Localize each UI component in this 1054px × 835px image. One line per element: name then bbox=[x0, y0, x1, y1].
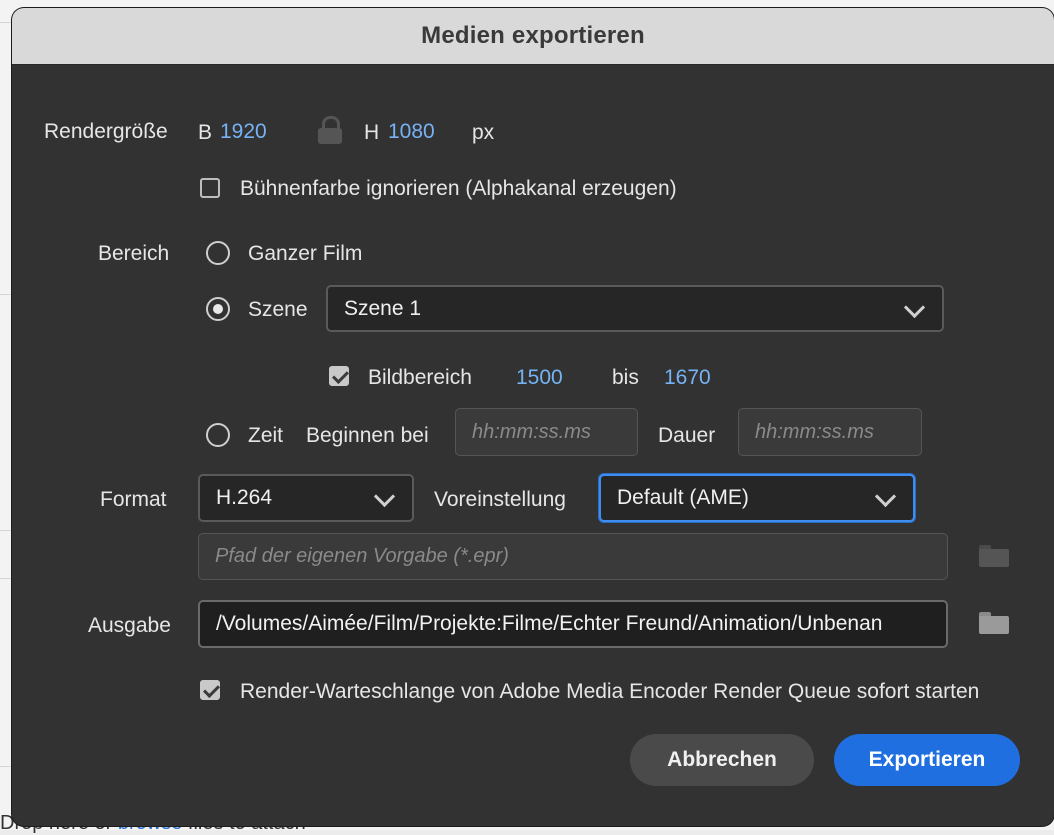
range-label: Bereich bbox=[98, 242, 170, 265]
time-label: Zeit bbox=[248, 424, 284, 447]
start-render-queue-checkbox[interactable] bbox=[200, 680, 220, 700]
format-select-value: H.264 bbox=[216, 486, 273, 509]
folder-icon[interactable] bbox=[979, 612, 1009, 634]
height-value[interactable]: 1080 bbox=[388, 120, 435, 144]
custom-preset-path-input[interactable]: Pfad der eigenen Vorgabe (*.epr) bbox=[198, 533, 948, 580]
whole-movie-radio[interactable] bbox=[206, 241, 230, 265]
start-time-placeholder: hh:mm:ss.ms bbox=[472, 420, 591, 443]
preset-select-value: Default (AME) bbox=[617, 486, 749, 509]
preset-label: Voreinstellung bbox=[434, 488, 566, 511]
output-path-input[interactable]: /Volumes/Aimée/Film/Projekte:Filme/Echte… bbox=[198, 600, 948, 648]
lock-icon[interactable] bbox=[318, 116, 342, 144]
height-label: H bbox=[364, 121, 380, 144]
output-label: Ausgabe bbox=[88, 614, 171, 637]
checkmark-icon bbox=[332, 367, 349, 384]
checkmark-icon bbox=[203, 681, 220, 698]
unit-label: px bbox=[472, 121, 495, 144]
time-radio[interactable] bbox=[206, 423, 230, 447]
ignore-stage-color-checkbox[interactable] bbox=[200, 178, 220, 198]
scene-select[interactable]: Szene 1 bbox=[326, 285, 944, 332]
cancel-button[interactable]: Abbrechen bbox=[630, 734, 814, 786]
custom-preset-placeholder: Pfad der eigenen Vorgabe (*.epr) bbox=[215, 545, 509, 567]
duration-placeholder: hh:mm:ss.ms bbox=[755, 420, 874, 443]
scene-select-value: Szene 1 bbox=[344, 296, 422, 320]
width-value[interactable]: 1920 bbox=[220, 120, 267, 144]
chevron-down-icon bbox=[874, 485, 897, 508]
preset-select[interactable]: Default (AME) bbox=[599, 474, 915, 522]
frame-range-to[interactable]: 1670 bbox=[664, 366, 711, 390]
folder-icon[interactable] bbox=[979, 545, 1009, 567]
scene-label: Szene bbox=[248, 298, 308, 321]
scene-radio[interactable] bbox=[206, 297, 230, 321]
export-media-dialog: Medien exportieren Rendergröße B 1920 H … bbox=[12, 8, 1054, 826]
format-select[interactable]: H.264 bbox=[198, 474, 414, 522]
whole-movie-label: Ganzer Film bbox=[248, 242, 363, 265]
export-button[interactable]: Exportieren bbox=[834, 734, 1020, 786]
start-render-queue-label: Render-Warteschlange von Adobe Media Enc… bbox=[240, 680, 980, 703]
start-at-label: Beginnen bei bbox=[306, 424, 429, 447]
duration-input[interactable]: hh:mm:ss.ms bbox=[738, 408, 922, 456]
frame-range-to-label: bis bbox=[612, 366, 639, 389]
frame-range-from[interactable]: 1500 bbox=[516, 366, 563, 390]
dialog-title: Medien exportieren bbox=[421, 22, 645, 49]
dialog-titlebar: Medien exportieren bbox=[12, 8, 1054, 65]
chevron-down-icon bbox=[373, 485, 396, 508]
frame-range-label: Bildbereich bbox=[368, 366, 472, 389]
start-time-input[interactable]: hh:mm:ss.ms bbox=[455, 408, 638, 456]
format-label: Format bbox=[100, 488, 167, 511]
duration-label: Dauer bbox=[658, 424, 716, 447]
render-size-label: Rendergröße bbox=[44, 120, 168, 143]
chevron-down-icon bbox=[903, 296, 926, 318]
ignore-stage-color-label: Bühnenfarbe ignorieren (Alphakanal erzeu… bbox=[240, 177, 677, 200]
output-path-value: /Volumes/Aimée/Film/Projekte:Filme/Echte… bbox=[216, 612, 883, 635]
frame-range-checkbox[interactable] bbox=[329, 366, 349, 386]
width-label: B bbox=[198, 121, 213, 144]
